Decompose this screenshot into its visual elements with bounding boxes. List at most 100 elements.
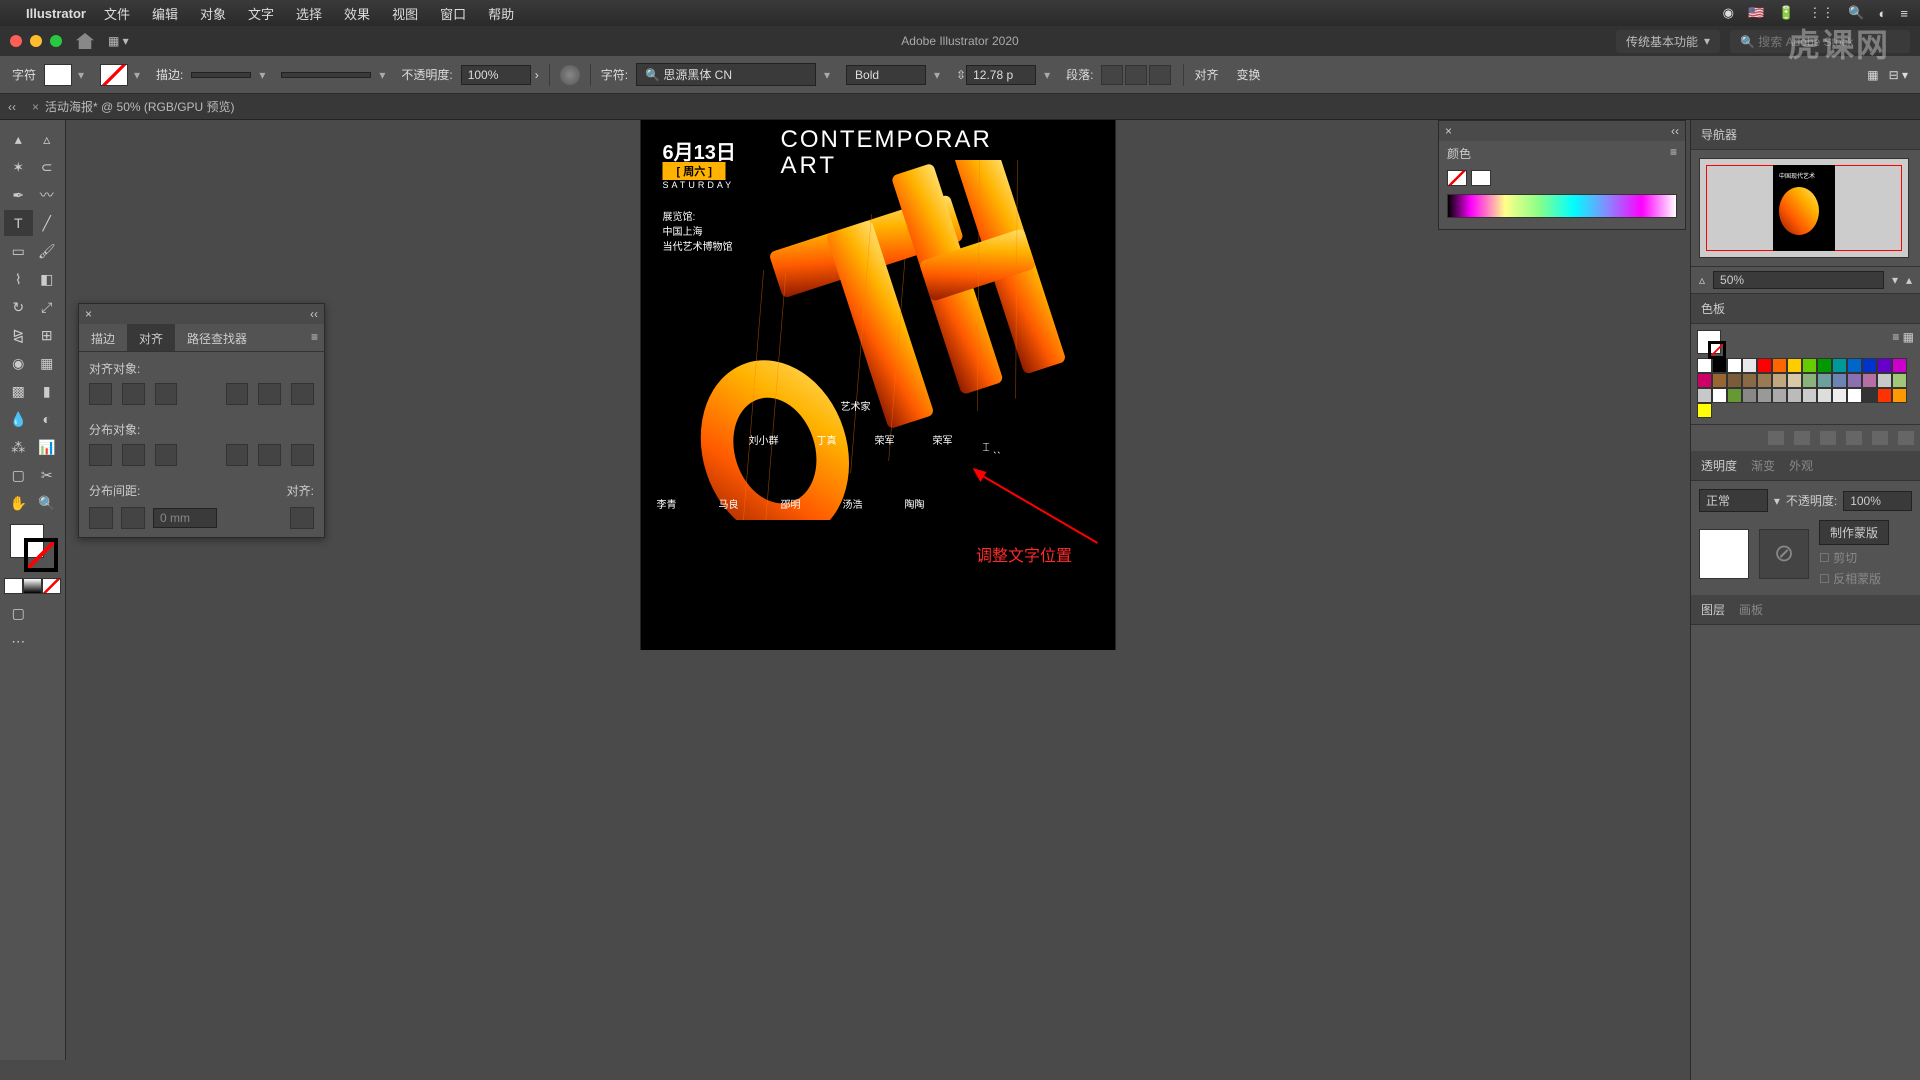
flag-icon[interactable]: 🇺🇸	[1748, 5, 1764, 21]
swatch[interactable]	[1757, 358, 1772, 373]
mask-none[interactable]: ⊘	[1759, 529, 1809, 579]
swatch[interactable]	[1862, 358, 1877, 373]
align-link[interactable]: 对齐	[1194, 66, 1218, 83]
pen-tool[interactable]: ✒	[4, 182, 33, 208]
swatch[interactable]	[1712, 373, 1727, 388]
screen-mode[interactable]: ▢	[4, 600, 33, 626]
minimize-icon[interactable]	[30, 35, 42, 47]
navigator-thumb[interactable]: 中国现代艺术	[1699, 158, 1909, 258]
direct-select-tool[interactable]: ▵	[33, 126, 62, 152]
menu-effect[interactable]: 效果	[344, 4, 370, 23]
recolor-icon[interactable]	[560, 65, 580, 85]
notif-icon[interactable]: ≡	[1900, 6, 1908, 21]
window-controls[interactable]	[10, 35, 62, 47]
zoom-out-icon[interactable]: ▵	[1699, 273, 1705, 287]
scale-tool[interactable]: ⤢	[33, 294, 62, 320]
align-hcenter[interactable]	[122, 383, 145, 405]
swatch[interactable]	[1787, 388, 1802, 403]
swatch[interactable]	[1847, 358, 1862, 373]
swatch[interactable]	[1712, 388, 1727, 403]
dist-hspace[interactable]	[121, 507, 145, 529]
curvature-tool[interactable]: 〰	[33, 182, 62, 208]
menu-file[interactable]: 文件	[104, 4, 130, 23]
font-weight[interactable]: Bold	[846, 65, 926, 85]
swatch[interactable]	[1847, 388, 1862, 403]
dist-left[interactable]	[226, 444, 249, 466]
swatch[interactable]	[1757, 388, 1772, 403]
swatch[interactable]	[1742, 358, 1757, 373]
tab-artboards[interactable]: 画板	[1739, 601, 1763, 618]
color-close-icon[interactable]: ×	[1445, 124, 1452, 138]
swatch[interactable]	[1772, 388, 1787, 403]
tab-transparency[interactable]: 透明度	[1701, 457, 1737, 474]
rect-tool[interactable]: ▭	[4, 238, 33, 264]
opacity-input[interactable]: 100%	[461, 65, 531, 85]
panel-close-icon[interactable]: ×	[85, 307, 92, 321]
swatch-delete-icon[interactable]	[1898, 431, 1914, 445]
workspace-switcher[interactable]: 传统基本功能▾	[1616, 30, 1720, 53]
menu-object[interactable]: 对象	[200, 4, 226, 23]
menu-type[interactable]: 文字	[248, 4, 274, 23]
swatch[interactable]	[1697, 403, 1712, 418]
stroke-swatch[interactable]	[100, 64, 128, 86]
perspective-tool[interactable]: ▦	[33, 350, 62, 376]
tab-chevrons[interactable]: ‹‹	[8, 100, 16, 114]
color-white-swatch[interactable]	[1471, 170, 1491, 186]
swatch[interactable]	[1712, 358, 1727, 373]
swatch[interactable]	[1847, 373, 1862, 388]
dist-bottom[interactable]	[155, 444, 178, 466]
fill-stroke[interactable]	[4, 524, 61, 574]
menu-help[interactable]: 帮助	[488, 4, 514, 23]
search-input[interactable]: 🔍 搜索 Adobe Stock	[1730, 30, 1910, 53]
swatch[interactable]	[1817, 358, 1832, 373]
isolate-icon[interactable]: ▦	[1867, 68, 1878, 82]
selection-tool[interactable]: ▴	[4, 126, 33, 152]
zoom-tool[interactable]: 🔍	[33, 490, 62, 516]
swatch[interactable]	[1727, 373, 1742, 388]
swatch[interactable]	[1787, 358, 1802, 373]
eyedropper-tool[interactable]: 💧	[4, 406, 33, 432]
battery-icon[interactable]: 🔋	[1778, 5, 1794, 21]
gradient-mode[interactable]	[23, 578, 42, 594]
swatch[interactable]	[1742, 388, 1757, 403]
brush-def[interactable]	[281, 72, 371, 78]
type-tool[interactable]: T	[4, 210, 33, 236]
color-none-swatch[interactable]	[1447, 170, 1467, 186]
free-transform[interactable]: ⊞	[33, 322, 62, 348]
swatch[interactable]	[1817, 373, 1832, 388]
graph-tool[interactable]: 📊	[33, 434, 62, 460]
zoom-dd[interactable]: ▾	[1892, 273, 1898, 287]
swatch[interactable]	[1817, 388, 1832, 403]
swatch[interactable]	[1787, 373, 1802, 388]
blend-tool[interactable]: ◐	[33, 406, 62, 432]
screenrec-icon[interactable]: ◉	[1723, 5, 1734, 21]
symbol-spray[interactable]: ⁂	[4, 434, 33, 460]
swatch-options-icon[interactable]	[1820, 431, 1836, 445]
dist-top[interactable]	[89, 444, 112, 466]
dist-vspace[interactable]	[89, 507, 113, 529]
width-tool[interactable]: ⧎	[4, 322, 33, 348]
swatch[interactable]	[1892, 358, 1907, 373]
swatch[interactable]	[1802, 373, 1817, 388]
home-icon[interactable]	[76, 33, 94, 49]
align-bottom[interactable]	[291, 383, 314, 405]
zoom-in-icon[interactable]: ▴	[1906, 273, 1912, 287]
slice-tool[interactable]: ✂	[33, 462, 62, 488]
transform-link[interactable]: 变换	[1236, 66, 1260, 83]
mask-thumb[interactable]	[1699, 529, 1749, 579]
font-family[interactable]: 🔍 思源黑体 CN	[636, 63, 816, 86]
clip-checkbox[interactable]: ☐ 剪切	[1819, 549, 1889, 566]
color-menu-icon[interactable]: ≡	[1670, 145, 1677, 159]
fill-swatch[interactable]	[44, 64, 72, 86]
swatch[interactable]	[1862, 373, 1877, 388]
arrange-icon[interactable]: ▦ ▾	[108, 34, 129, 48]
hand-tool[interactable]: ✋	[4, 490, 33, 516]
wifi-icon[interactable]: ⋮⋮	[1808, 5, 1834, 21]
swatch[interactable]	[1697, 388, 1712, 403]
trans-opacity[interactable]: 100%	[1843, 491, 1912, 511]
tab-align[interactable]: 对齐	[127, 324, 175, 351]
swatch[interactable]	[1892, 373, 1907, 388]
invert-checkbox[interactable]: ☐ 反相蒙版	[1819, 570, 1889, 587]
edit-icon[interactable]: ⊟ ▾	[1889, 68, 1908, 82]
shape-builder[interactable]: ◉	[4, 350, 33, 376]
